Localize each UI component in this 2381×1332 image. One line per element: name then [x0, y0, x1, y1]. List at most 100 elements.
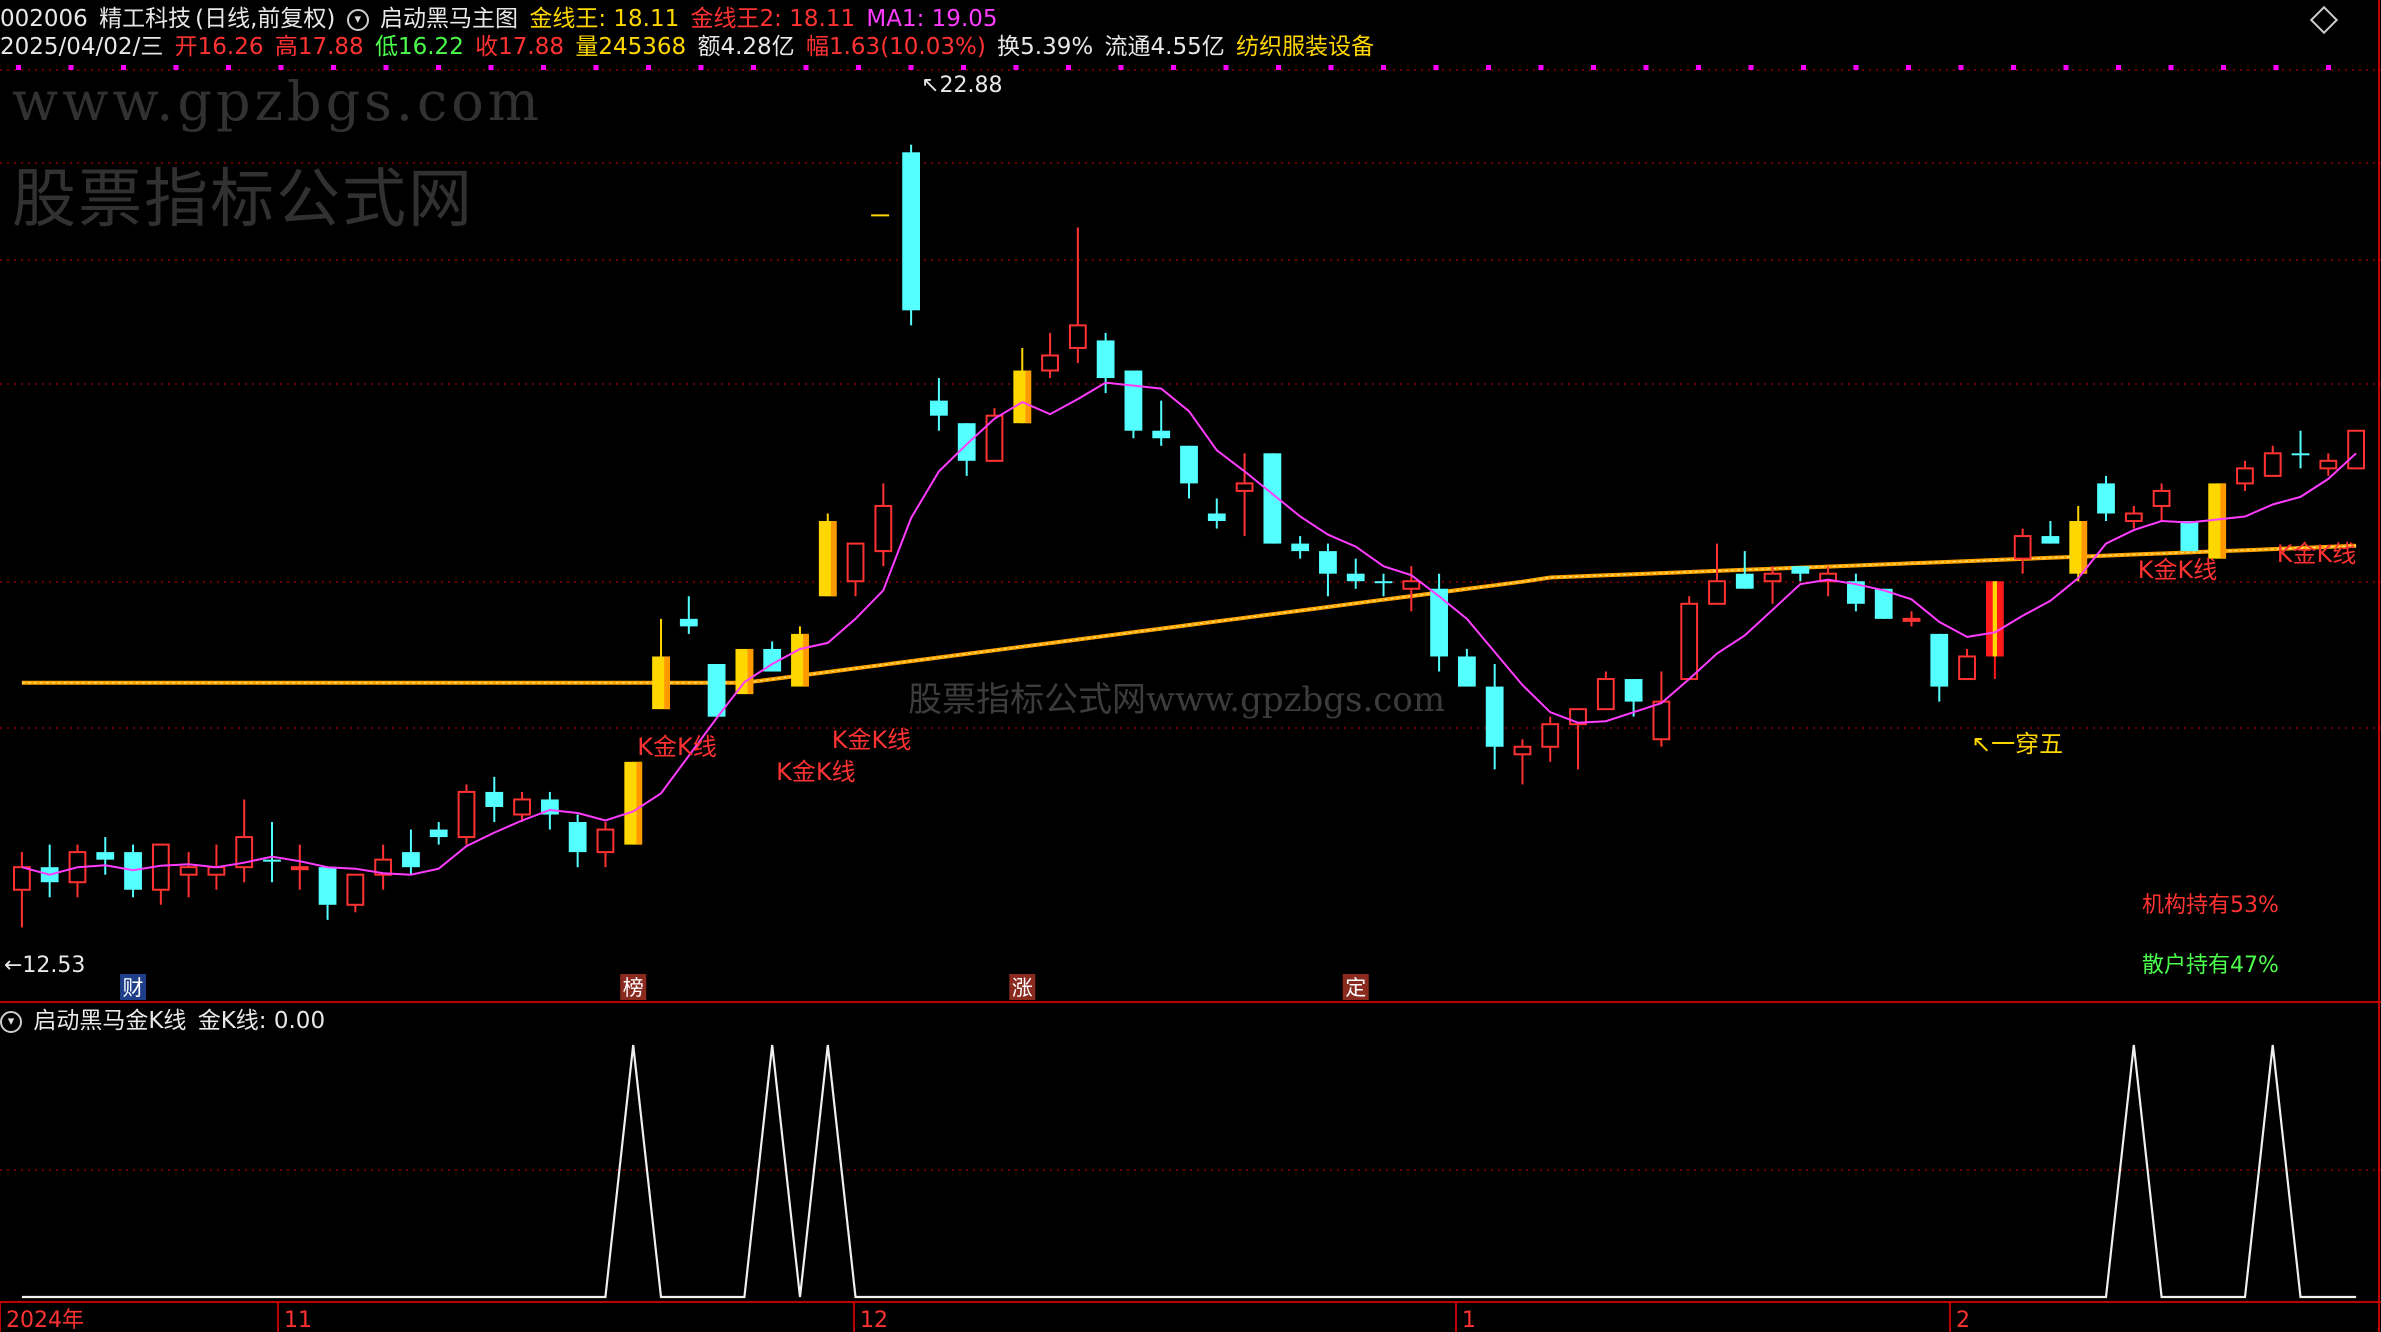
candle-body-down[interactable] [96, 852, 115, 860]
period-dot [698, 65, 704, 70]
candle-body-up[interactable] [2347, 429, 2365, 470]
candle-body-down[interactable] [1180, 445, 1198, 484]
sub-dropdown-icon[interactable]: ▾ [0, 1010, 22, 1033]
candle-body-up[interactable] [179, 866, 198, 876]
candle-body-up[interactable] [846, 542, 865, 583]
sub-indicator-name[interactable]: 启动黑马金K线 [33, 1008, 186, 1034]
candle-body-up[interactable] [1068, 324, 1087, 349]
candle-body-golden-shade [830, 521, 837, 597]
candle-body-up[interactable] [1652, 700, 1671, 741]
candle-body-down[interactable] [902, 152, 921, 311]
event-marker: 财 [123, 976, 144, 1000]
candle-body-up[interactable] [1958, 655, 1976, 681]
candle-body-down[interactable] [485, 791, 504, 807]
candle-body-down[interactable] [679, 618, 698, 627]
period-dot [2273, 65, 2279, 70]
candle-body-down[interactable] [1457, 656, 1476, 687]
candle-body-up[interactable] [1235, 482, 1254, 492]
candle-body-up[interactable] [2263, 452, 2282, 477]
candle-body-up[interactable] [1541, 723, 1560, 748]
period-label[interactable]: (日线,前复权) [195, 6, 335, 32]
candle-body-up[interactable] [1041, 354, 1059, 372]
quote-change: 幅1.63(10.03%) [805, 34, 986, 60]
period-dot [856, 65, 861, 70]
candle-body-down[interactable] [1430, 588, 1448, 657]
sub-indicator-value: 金K线: 0.00 [197, 1008, 326, 1034]
quote-volume: 量245368 [575, 34, 687, 60]
candle-body-down[interactable] [1791, 566, 1810, 574]
candle-body-down[interactable] [957, 423, 976, 461]
quote-sector[interactable]: 纺织服装设备 [1236, 34, 1374, 60]
candle-body-down[interactable] [1319, 551, 1337, 574]
candle-body-golden-shade [636, 761, 643, 845]
candle-body-up[interactable] [2124, 512, 2143, 523]
candle-body-down[interactable] [1374, 581, 1393, 584]
candle-body-up[interactable] [596, 828, 615, 854]
signal-line[interactable] [21, 1044, 2357, 1299]
candle-body-up[interactable] [2013, 535, 2032, 560]
indicator-name[interactable]: 启动黑马主图 [380, 6, 518, 32]
candle-body-up[interactable] [290, 866, 309, 871]
period-dot [1801, 65, 1806, 70]
long-ma-highlight [21, 545, 2357, 684]
golden-k-line-label: K金K线 [2138, 556, 2217, 584]
period-dot [751, 65, 756, 70]
candle-body-up[interactable] [13, 866, 31, 891]
candle-body-down[interactable] [1152, 430, 1171, 439]
candle-body-up[interactable] [513, 798, 531, 816]
candle-body-up[interactable] [2152, 489, 2171, 507]
candle-body-up[interactable] [1402, 580, 1421, 590]
signal-panel[interactable] [21, 1044, 2357, 1299]
candle-body-down[interactable] [2097, 483, 2115, 514]
candle-body-down[interactable] [2291, 453, 2310, 456]
quote-turnover: 换5.39% [997, 34, 1094, 60]
golden-k-line-label: K金K线 [2277, 540, 2356, 568]
period-dot [1958, 65, 1964, 70]
candle-body-up[interactable] [1596, 678, 1615, 711]
candle-body-up[interactable] [1902, 617, 1921, 622]
candle-body-down[interactable] [429, 829, 448, 838]
candle-body-golden-shade [664, 656, 670, 710]
period-dot [2326, 65, 2331, 70]
period-dot [1171, 65, 1176, 70]
candle-body-down[interactable] [1291, 543, 1310, 552]
candle-body-up[interactable] [207, 866, 226, 876]
candle-body-up[interactable] [1513, 745, 1532, 756]
period-dot [1276, 65, 1281, 70]
period-dot [1538, 65, 1544, 70]
indicator-dropdown-icon[interactable]: ▾ [346, 8, 369, 31]
x-axis-label: 11 [284, 1308, 312, 1332]
candle-body-down[interactable] [318, 867, 337, 905]
candle-body-breakout-core [1992, 581, 1997, 657]
candle-body-down[interactable] [2041, 536, 2060, 544]
candle-body-down[interactable] [1930, 633, 1949, 687]
period-dot [1066, 65, 1071, 70]
period-dot [961, 65, 966, 70]
candle-body-down[interactable] [1735, 573, 1754, 589]
candle-body-up[interactable] [2319, 459, 2338, 470]
candle-body-down[interactable] [1485, 686, 1504, 747]
one-five-label: ↖一穿五 [1971, 730, 2063, 758]
candle-body-up[interactable] [457, 790, 476, 839]
candle-body-down[interactable] [930, 400, 948, 416]
candle-body-down[interactable] [1207, 513, 1226, 522]
candle-body-down[interactable] [2180, 521, 2199, 552]
candle-body-down[interactable] [1346, 573, 1365, 582]
candle-body-up[interactable] [1763, 572, 1782, 583]
candle-body-down[interactable] [568, 822, 587, 853]
candle-body-up[interactable] [1680, 602, 1699, 681]
candle-body-up[interactable] [2236, 467, 2254, 485]
period-dot [2011, 65, 2016, 70]
candle-body-up[interactable] [874, 504, 893, 553]
quote-date: 2025/04/02/三 [0, 34, 164, 60]
candle-body-down[interactable] [402, 852, 420, 868]
candle-body-down[interactable] [263, 859, 281, 862]
candle-body-down[interactable] [1624, 679, 1643, 702]
golden-k-line-label: K金K线 [637, 733, 716, 761]
candle-body-down[interactable] [1096, 340, 1115, 379]
candlesticks[interactable] [13, 144, 2365, 928]
period-dot [2168, 65, 2174, 70]
candle-body-up[interactable] [1708, 580, 1726, 605]
candle-body-up[interactable] [346, 873, 365, 906]
candle-body-down[interactable] [1124, 370, 1143, 431]
